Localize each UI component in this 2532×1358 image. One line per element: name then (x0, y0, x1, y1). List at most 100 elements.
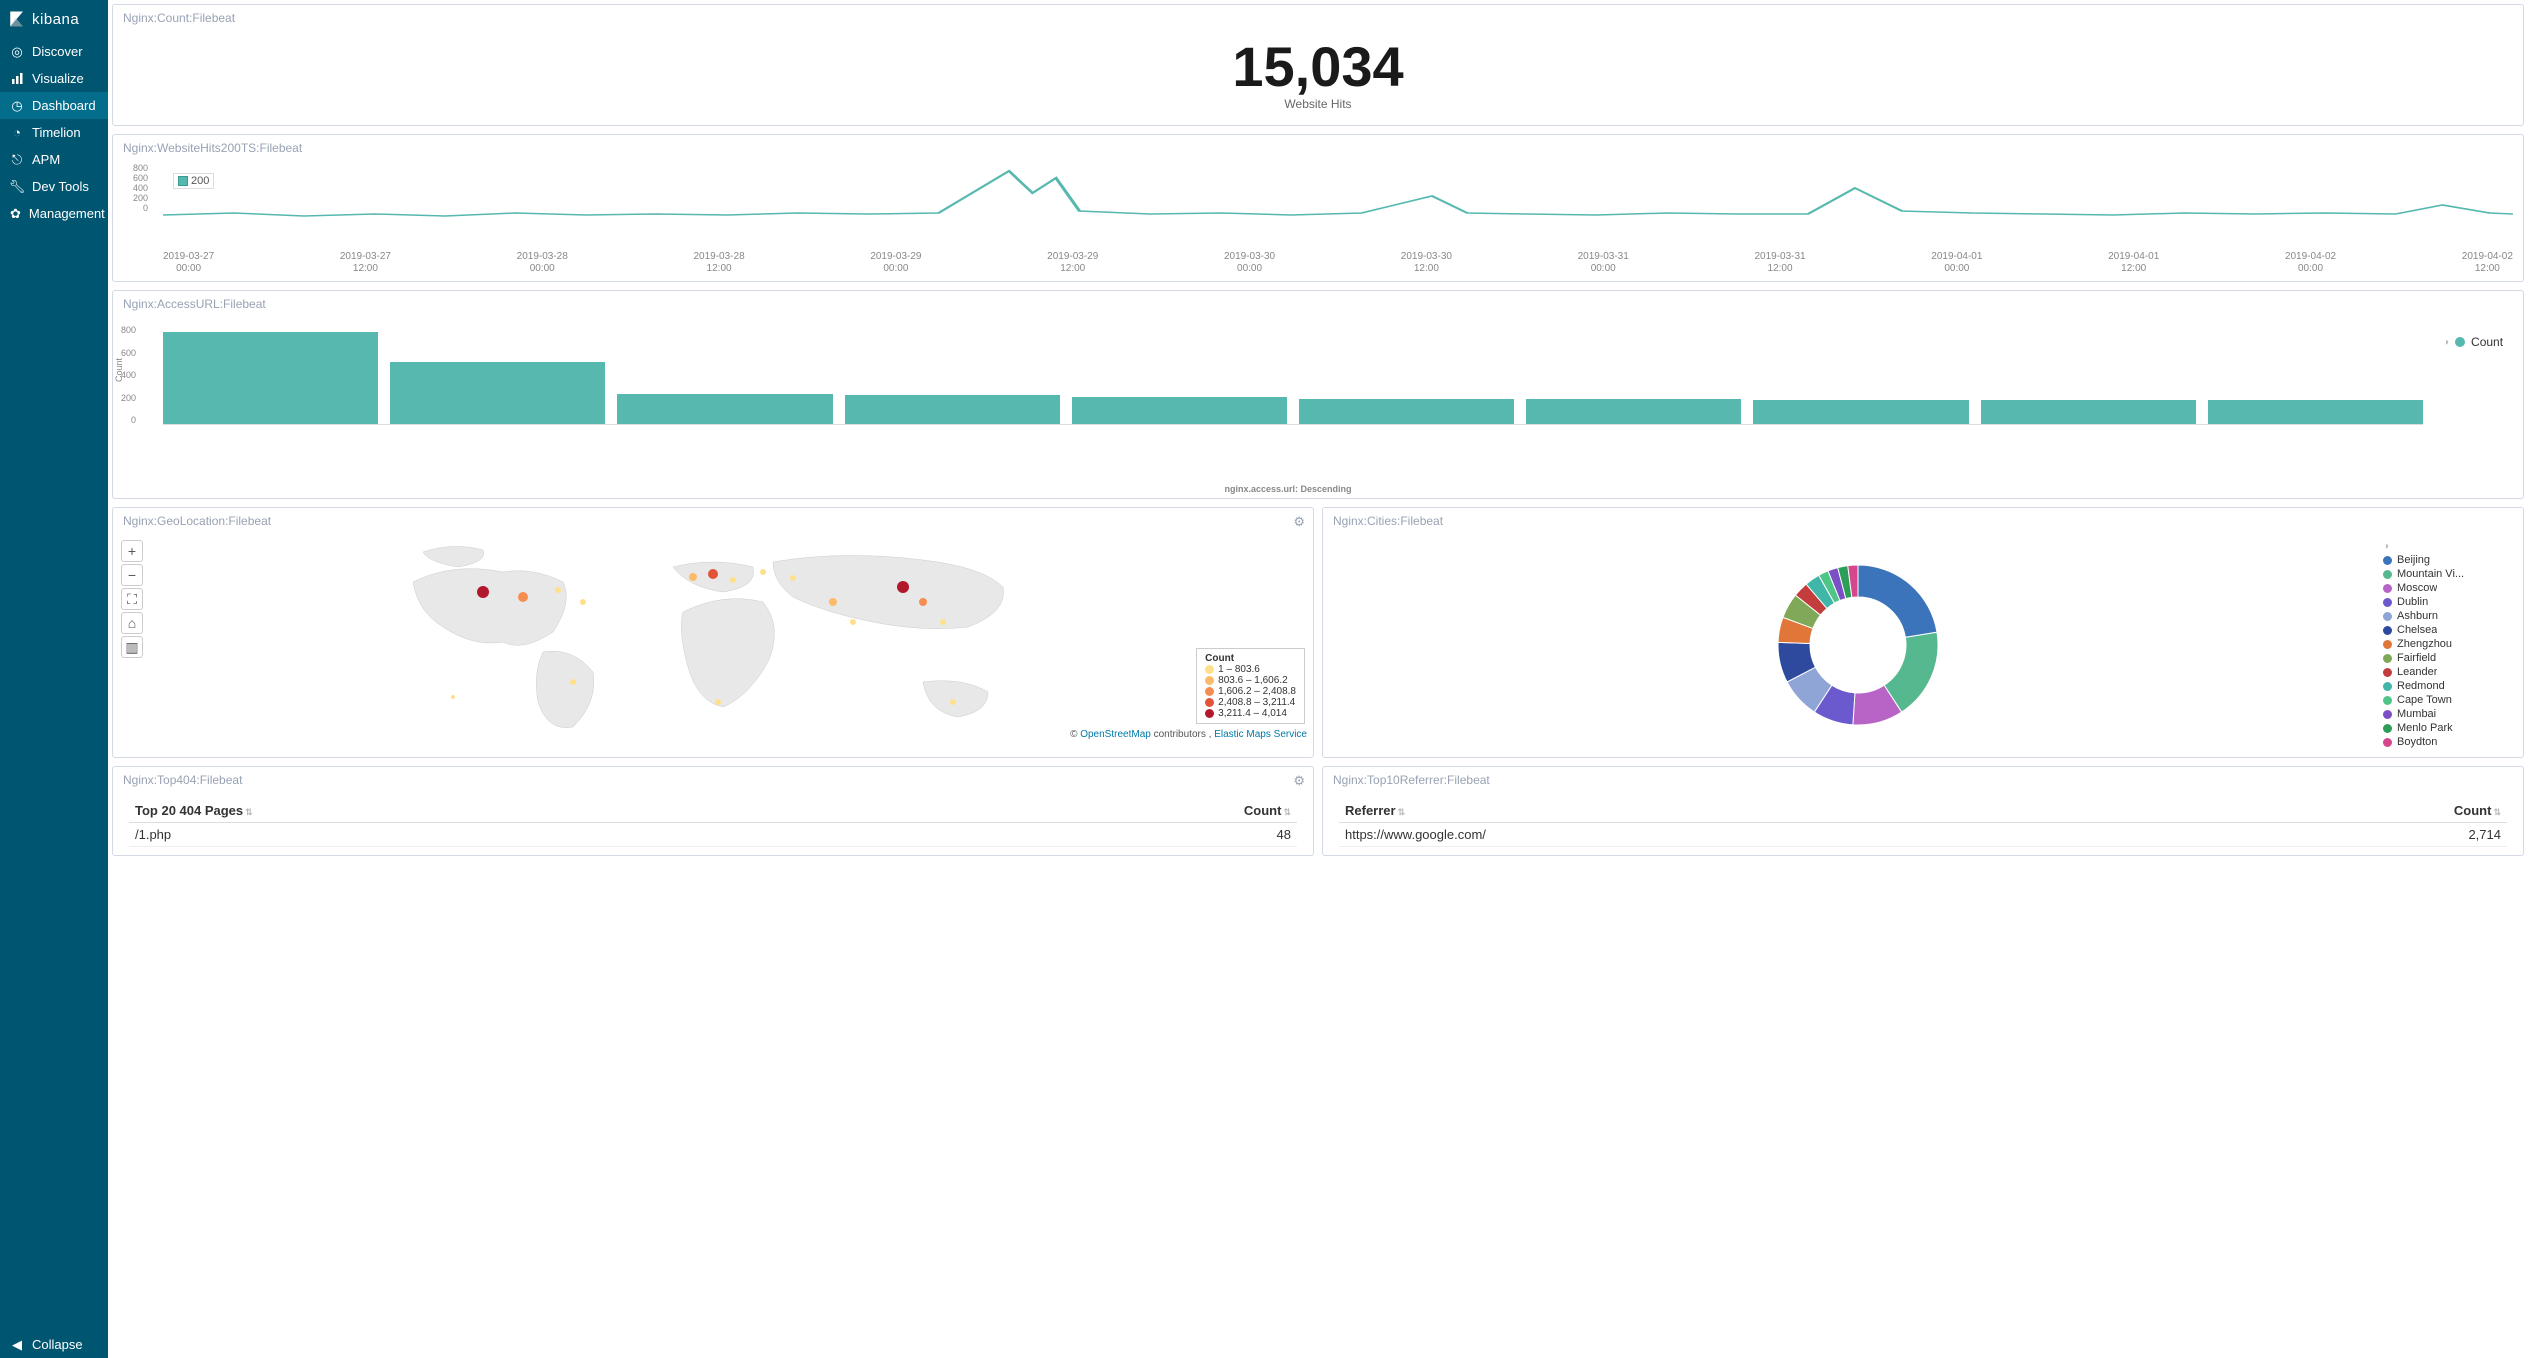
osm-link[interactable]: OpenStreetMap (1080, 729, 1151, 740)
legend-dot-icon (2383, 682, 2392, 691)
map-legend-row: 803.6 – 1,606.2 (1205, 675, 1296, 686)
map-legend: Count 1 – 803.6803.6 – 1,606.21,606.2 – … (1196, 648, 1305, 724)
sort-icon: ⇅ (2493, 807, 2501, 817)
dashboard-main: Nginx:Count:Filebeat 15,034 Website Hits… (108, 0, 2532, 1358)
legend-dot-icon (2383, 668, 2392, 677)
sidebar-collapse[interactable]: ◀ Collapse (0, 1331, 108, 1358)
legend-dot-icon (1205, 676, 1214, 685)
legend-dot-icon (2383, 556, 2392, 565)
nav-apm[interactable]: ⎋APM (0, 146, 108, 173)
ts-tick: 2019-04-0212:00 (2462, 251, 2513, 275)
legend-item[interactable]: Cape Town (2383, 693, 2513, 707)
legend-item[interactable]: Menlo Park (2383, 721, 2513, 735)
ts-yaxis: 800 600 400 200 0 (133, 163, 148, 213)
ts-tick: 2019-04-0100:00 (1931, 251, 1982, 275)
bar[interactable] (390, 362, 605, 424)
donut-wrap: ◑ BeijingMountain Vi...MoscowDublinAshbu… (1323, 532, 2523, 757)
legend-item[interactable]: Leander (2383, 665, 2513, 679)
bar-legend: ◑ Count (2433, 315, 2523, 498)
gear-icon: ✿ (10, 207, 21, 221)
legend-item[interactable]: ◑ Count (2443, 335, 2513, 349)
nav-dashboard[interactable]: ◷Dashboard (0, 92, 108, 119)
bar[interactable] (617, 394, 832, 424)
clock-icon: ◔ (10, 126, 24, 140)
sort-icon: ⇅ (1283, 807, 1291, 817)
map[interactable]: + − ⛶ ⌂ ▥ (113, 532, 1313, 742)
ts-tick: 2019-03-3112:00 (1754, 251, 1805, 275)
wrench-icon: 🔧︎ (10, 180, 24, 194)
map-layers-button[interactable]: ▥ (121, 636, 143, 658)
nav-timelion[interactable]: ◔Timelion (0, 119, 108, 146)
bar[interactable] (1299, 399, 1514, 424)
legend-item[interactable]: Fairfield (2383, 651, 2513, 665)
legend-dot-icon (2383, 724, 2392, 733)
sidebar: kibana ◎Discover Visualize ◷Dashboard ◔T… (0, 0, 108, 1358)
nav-discover[interactable]: ◎Discover (0, 38, 108, 65)
ts-legend[interactable]: 200 (173, 173, 214, 189)
table-row[interactable]: https://www.google.com/2,714 (1339, 823, 2507, 847)
legend-item[interactable]: Boydton (2383, 735, 2513, 749)
legend-item[interactable]: Dublin (2383, 595, 2513, 609)
col-page[interactable]: Top 20 404 Pages⇅ (129, 799, 931, 823)
legend-item[interactable]: Moscow (2383, 581, 2513, 595)
map-home-button[interactable]: ⌂ (121, 612, 143, 634)
row-geo-cities: Nginx:GeoLocation:Filebeat ⚙︎ + − ⛶ ⌂ ▥ (112, 507, 2524, 758)
kibana-logo-icon (8, 10, 26, 28)
zoom-in-button[interactable]: + (121, 540, 143, 562)
world-map (113, 532, 1313, 742)
bar-chart[interactable]: Count 800 600 400 200 0 /setup-a-site-to… (113, 315, 2433, 498)
logo[interactable]: kibana (0, 0, 108, 38)
legend-item[interactable]: Mumbai (2383, 707, 2513, 721)
apm-icon: ⎋ (10, 153, 24, 167)
col-referrer[interactable]: Referrer⇅ (1339, 799, 2181, 823)
table-row[interactable]: /1.php48 (129, 823, 1297, 847)
fit-bounds-button[interactable]: ⛶ (121, 588, 143, 610)
ts-xaxis: 2019-03-2700:002019-03-2712:002019-03-28… (163, 251, 2513, 275)
bar[interactable] (1526, 399, 1741, 424)
legend-item[interactable]: Mountain Vi... (2383, 567, 2513, 581)
legend-dot-icon (2383, 654, 2392, 663)
ts-tick: 2019-04-0200:00 (2285, 251, 2336, 275)
bar[interactable] (2208, 400, 2423, 424)
panel-top404: Nginx:Top404:Filebeat ⚙︎ Top 20 404 Page… (112, 766, 1314, 856)
legend-toggle-icon[interactable]: ◑ (2383, 541, 2389, 552)
legend-dot-icon (2455, 337, 2465, 347)
legend-item[interactable]: Beijing (2383, 553, 2513, 567)
dashboard-icon: ◷ (10, 99, 24, 113)
legend-item[interactable]: Chelsea (2383, 623, 2513, 637)
ems-link[interactable]: Elastic Maps Service (1214, 729, 1307, 740)
legend-dot-icon (2383, 626, 2392, 635)
timeseries-chart[interactable]: 800 600 400 200 0 200 (163, 163, 2513, 243)
nav-management[interactable]: ✿Management (0, 200, 108, 227)
panel-gear-icon[interactable]: ⚙︎ (1293, 773, 1305, 789)
ts-tick: 2019-03-2712:00 (340, 251, 391, 275)
bar-yaxis: 800 600 400 200 0 (121, 325, 136, 425)
sort-icon: ⇅ (1398, 807, 1406, 817)
legend-item[interactable]: Ashburn (2383, 609, 2513, 623)
panel-title: Nginx:Top10Referrer:Filebeat (1323, 767, 2523, 791)
compass-icon: ◎ (10, 45, 24, 59)
ts-tick: 2019-03-3012:00 (1401, 251, 1452, 275)
donut-chart[interactable] (1333, 545, 2383, 745)
legend-item[interactable]: Zhengzhou (2383, 637, 2513, 651)
donut-slice[interactable] (1858, 565, 1937, 637)
legend-dot-icon (2383, 640, 2392, 649)
legend-dot-icon (2383, 738, 2392, 747)
bar[interactable] (1753, 400, 1968, 424)
nav-devtools[interactable]: 🔧︎Dev Tools (0, 173, 108, 200)
map-legend-row: 1,606.2 – 2,408.8 (1205, 686, 1296, 697)
legend-item[interactable]: Redmond (2383, 679, 2513, 693)
zoom-out-button[interactable]: − (121, 564, 143, 586)
map-legend-row: 3,211.4 – 4,014 (1205, 708, 1296, 719)
legend-dot-icon (1205, 698, 1214, 707)
legend-dot-icon (1205, 687, 1214, 696)
nav-visualize[interactable]: Visualize (0, 65, 108, 92)
bar-panel: Count 800 600 400 200 0 /setup-a-site-to… (113, 315, 2523, 498)
bar[interactable] (845, 395, 1060, 424)
legend-dot-icon (2383, 612, 2392, 621)
col-count[interactable]: Count⇅ (2181, 799, 2507, 823)
panel-gear-icon[interactable]: ⚙︎ (1293, 514, 1305, 530)
collapse-icon: ◀ (10, 1338, 24, 1352)
panel-title: Nginx:AccessURL:Filebeat (113, 291, 2523, 315)
col-count[interactable]: Count⇅ (931, 799, 1297, 823)
